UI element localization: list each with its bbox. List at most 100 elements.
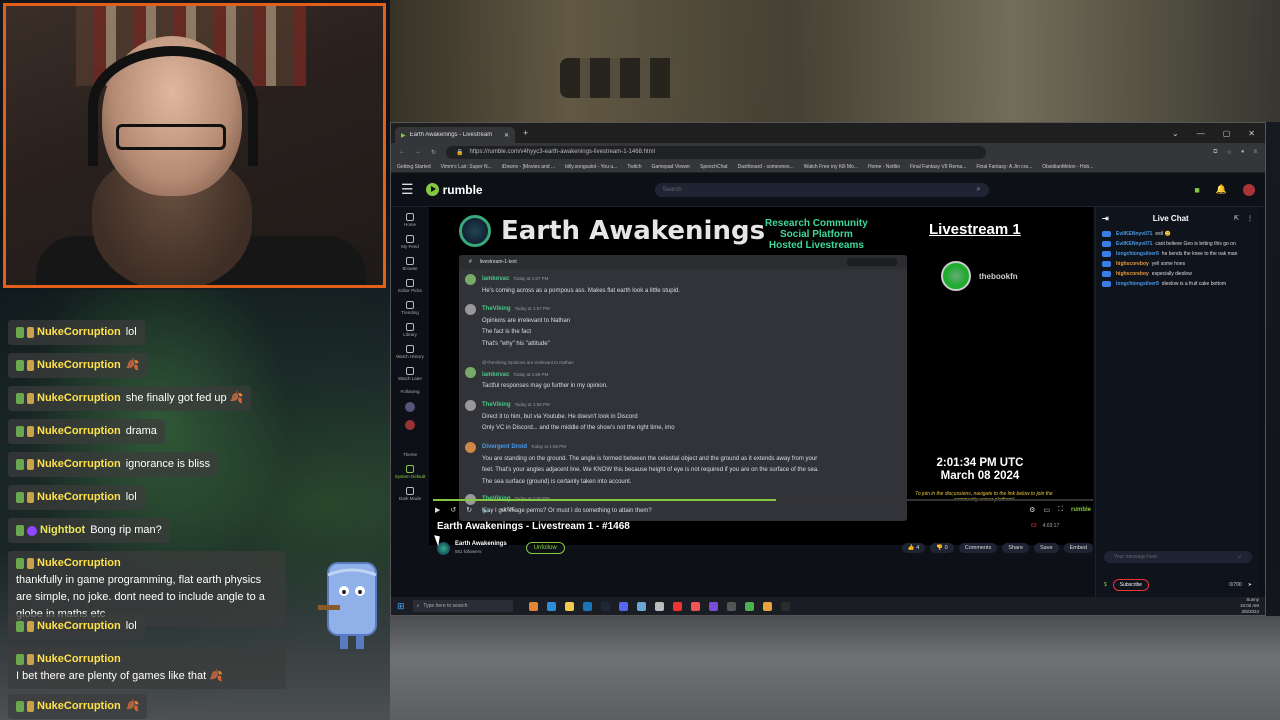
nav-my-feed[interactable]: My Feed <box>401 235 419 249</box>
bookmark-item[interactable]: Gamepad Viewer <box>652 164 691 170</box>
following-channel-avatar[interactable] <box>405 402 415 412</box>
rewind-icon[interactable]: ↺ <box>450 506 456 514</box>
url-field[interactable]: 🔒 https://rumble.com/v4hyyc3-earth-awake… <box>446 145 987 159</box>
forward-icon[interactable]: → <box>415 149 421 155</box>
chat-text: lol <box>125 326 137 338</box>
theme-system-default[interactable]: System Default <box>395 465 425 479</box>
video-player[interactable]: Earth Awakenings Research Community Soci… <box>429 207 1093 545</box>
bookmark-item[interactable]: Home - Nettlio <box>868 164 900 170</box>
share-button[interactable]: Share <box>1002 543 1030 553</box>
bell-icon[interactable]: 🔔 <box>1216 184 1227 195</box>
bookmark-item[interactable]: Dashboard - someones... <box>738 164 794 170</box>
subscribe-button[interactable]: Subscribe <box>1112 579 1150 591</box>
search-icon[interactable]: ⌕ <box>977 186 981 194</box>
nav-browse[interactable]: Browse <box>402 257 418 271</box>
close-tab-icon[interactable]: ✕ <box>504 132 509 139</box>
nav-editor-picks[interactable]: Editor Picks <box>398 279 422 293</box>
bookmark-item[interactable]: ObsidianMelon - Hob... <box>1042 164 1093 170</box>
rumble-logo[interactable]: rumble <box>425 183 483 197</box>
play-icon[interactable]: ▶ <box>435 506 440 514</box>
firefox-icon[interactable] <box>762 601 772 611</box>
video-progress-bar[interactable] <box>433 499 1093 501</box>
emoji-icon[interactable]: ☺ <box>1237 554 1242 560</box>
app-icon[interactable] <box>744 601 754 611</box>
bookmark-item[interactable]: SpeechChat <box>700 164 728 170</box>
more-options-icon[interactable]: ⋮ <box>1247 215 1253 222</box>
taskbar-search[interactable]: ⌕ Type here to search <box>412 600 513 612</box>
save-button[interactable]: Save <box>1034 543 1059 553</box>
search-input[interactable]: Search ⌕ <box>654 182 989 197</box>
app-icon[interactable] <box>672 601 682 611</box>
chevron-down-icon[interactable]: ⌄ <box>1172 129 1179 138</box>
bookmark-item[interactable]: iDownv - [Movies and ... <box>502 164 555 170</box>
nav-following[interactable]: Following <box>400 389 419 394</box>
comments-button[interactable]: Comments <box>958 543 998 553</box>
app-icon[interactable] <box>582 601 592 611</box>
app-icon[interactable] <box>546 601 556 611</box>
profile-icon[interactable]: ● <box>1241 149 1245 156</box>
reload-icon[interactable]: ↻ <box>431 149 436 156</box>
app-icon[interactable] <box>708 601 718 611</box>
go-live-camera-icon[interactable]: ■ <box>1194 185 1199 195</box>
folder-icon[interactable] <box>564 601 574 611</box>
volume-icon[interactable]: 🔈 <box>482 506 491 514</box>
discord-line: He's coming across as a pompous ass. Mak… <box>482 287 680 294</box>
send-icon[interactable]: ➤ <box>1248 582 1252 588</box>
rumble-coin-icon[interactable]: $ <box>1104 582 1107 588</box>
forward-icon[interactable]: ↻ <box>466 506 472 514</box>
channel-info[interactable]: Earth Awakenings 551 followers <box>455 541 507 555</box>
hamburger-menu-icon[interactable]: ☰ <box>401 181 414 198</box>
chat-message-input[interactable]: Your message here ☺ <box>1104 551 1252 563</box>
app-icon[interactable] <box>654 601 664 611</box>
chat-username: NukeCorruption <box>37 326 121 338</box>
menu-icon[interactable]: ≡ <box>1253 149 1257 156</box>
moon-icon <box>405 487 414 495</box>
dislike-button[interactable]: 👎 0 <box>930 543 954 553</box>
following-channel-avatar[interactable] <box>405 420 415 430</box>
settings-icon[interactable]: ⚙ <box>1029 506 1035 514</box>
extensions-icon[interactable]: ⧉ <box>1213 149 1217 156</box>
bookmark-item[interactable]: Getting Started <box>397 164 431 170</box>
bookmark-item[interactable]: Final Fantasy: A Jin cra... <box>976 164 1032 170</box>
nav-library[interactable]: Library <box>403 323 417 337</box>
app-icon[interactable] <box>726 601 736 611</box>
theme-dark-mode[interactable]: Dark Mode <box>399 487 421 501</box>
discord-icon[interactable] <box>618 601 628 611</box>
maximize-button[interactable]: ▢ <box>1223 129 1231 138</box>
user-avatar[interactable] <box>1243 183 1255 196</box>
fullscreen-icon[interactable]: ⛶ <box>1058 506 1063 514</box>
system-tray[interactable]: Sunny 10:02 AM 3/8/2024 <box>1240 597 1259 615</box>
brave-icon[interactable] <box>690 601 700 611</box>
like-button[interactable]: 👍 4 <box>901 543 926 553</box>
new-tab-button[interactable]: + <box>523 128 528 138</box>
app-icon[interactable] <box>636 601 646 611</box>
bookmark-star-icon[interactable]: ☆ <box>1226 149 1231 156</box>
steam-icon[interactable] <box>600 601 610 611</box>
obs-icon[interactable] <box>780 601 790 611</box>
app-icon[interactable] <box>528 601 538 611</box>
collapse-chat-icon[interactable]: ⇥ <box>1102 214 1109 223</box>
windows-start-icon[interactable]: ⊞ <box>397 601 405 612</box>
popout-icon[interactable]: ⇱ <box>1234 215 1239 222</box>
close-window-button[interactable]: ✕ <box>1248 129 1255 138</box>
nav-watch-history[interactable]: Watch History <box>396 345 424 359</box>
chat-username: NukeCorruption <box>37 620 121 632</box>
nav-watch-later[interactable]: Watch Later <box>398 367 422 381</box>
discord-username: Divergent Droid <box>482 444 528 450</box>
embed-button[interactable]: Embed <box>1063 543 1093 553</box>
bookmark-item[interactable]: Final Fantasy VII Rema... <box>910 164 966 170</box>
minimize-button[interactable]: — <box>1197 129 1205 138</box>
bookmark-item[interactable]: billy.songsalot - You u... <box>565 164 617 170</box>
chat-text: I bet there are plenty of games like tha… <box>16 670 223 682</box>
back-icon[interactable]: ← <box>399 149 405 155</box>
bookmark-item[interactable]: Twitch <box>627 164 641 170</box>
nav-home[interactable]: Home <box>404 213 416 227</box>
chat-username: NukeCorruption <box>37 491 121 503</box>
nav-trending[interactable]: Trending <box>401 301 419 315</box>
unfollow-button[interactable]: Unfollow <box>525 542 565 554</box>
bookmark-item[interactable]: Vimm's Lair: Super N... <box>441 164 492 170</box>
browser-tab[interactable]: ▶ Earth Awakenings - Livestream 1 - #146… <box>395 127 515 143</box>
badge-icon <box>16 654 24 665</box>
bookmark-item[interactable]: Watch Free my Kill Mo... <box>804 164 858 170</box>
theater-mode-icon[interactable]: ▭ <box>1043 506 1050 514</box>
